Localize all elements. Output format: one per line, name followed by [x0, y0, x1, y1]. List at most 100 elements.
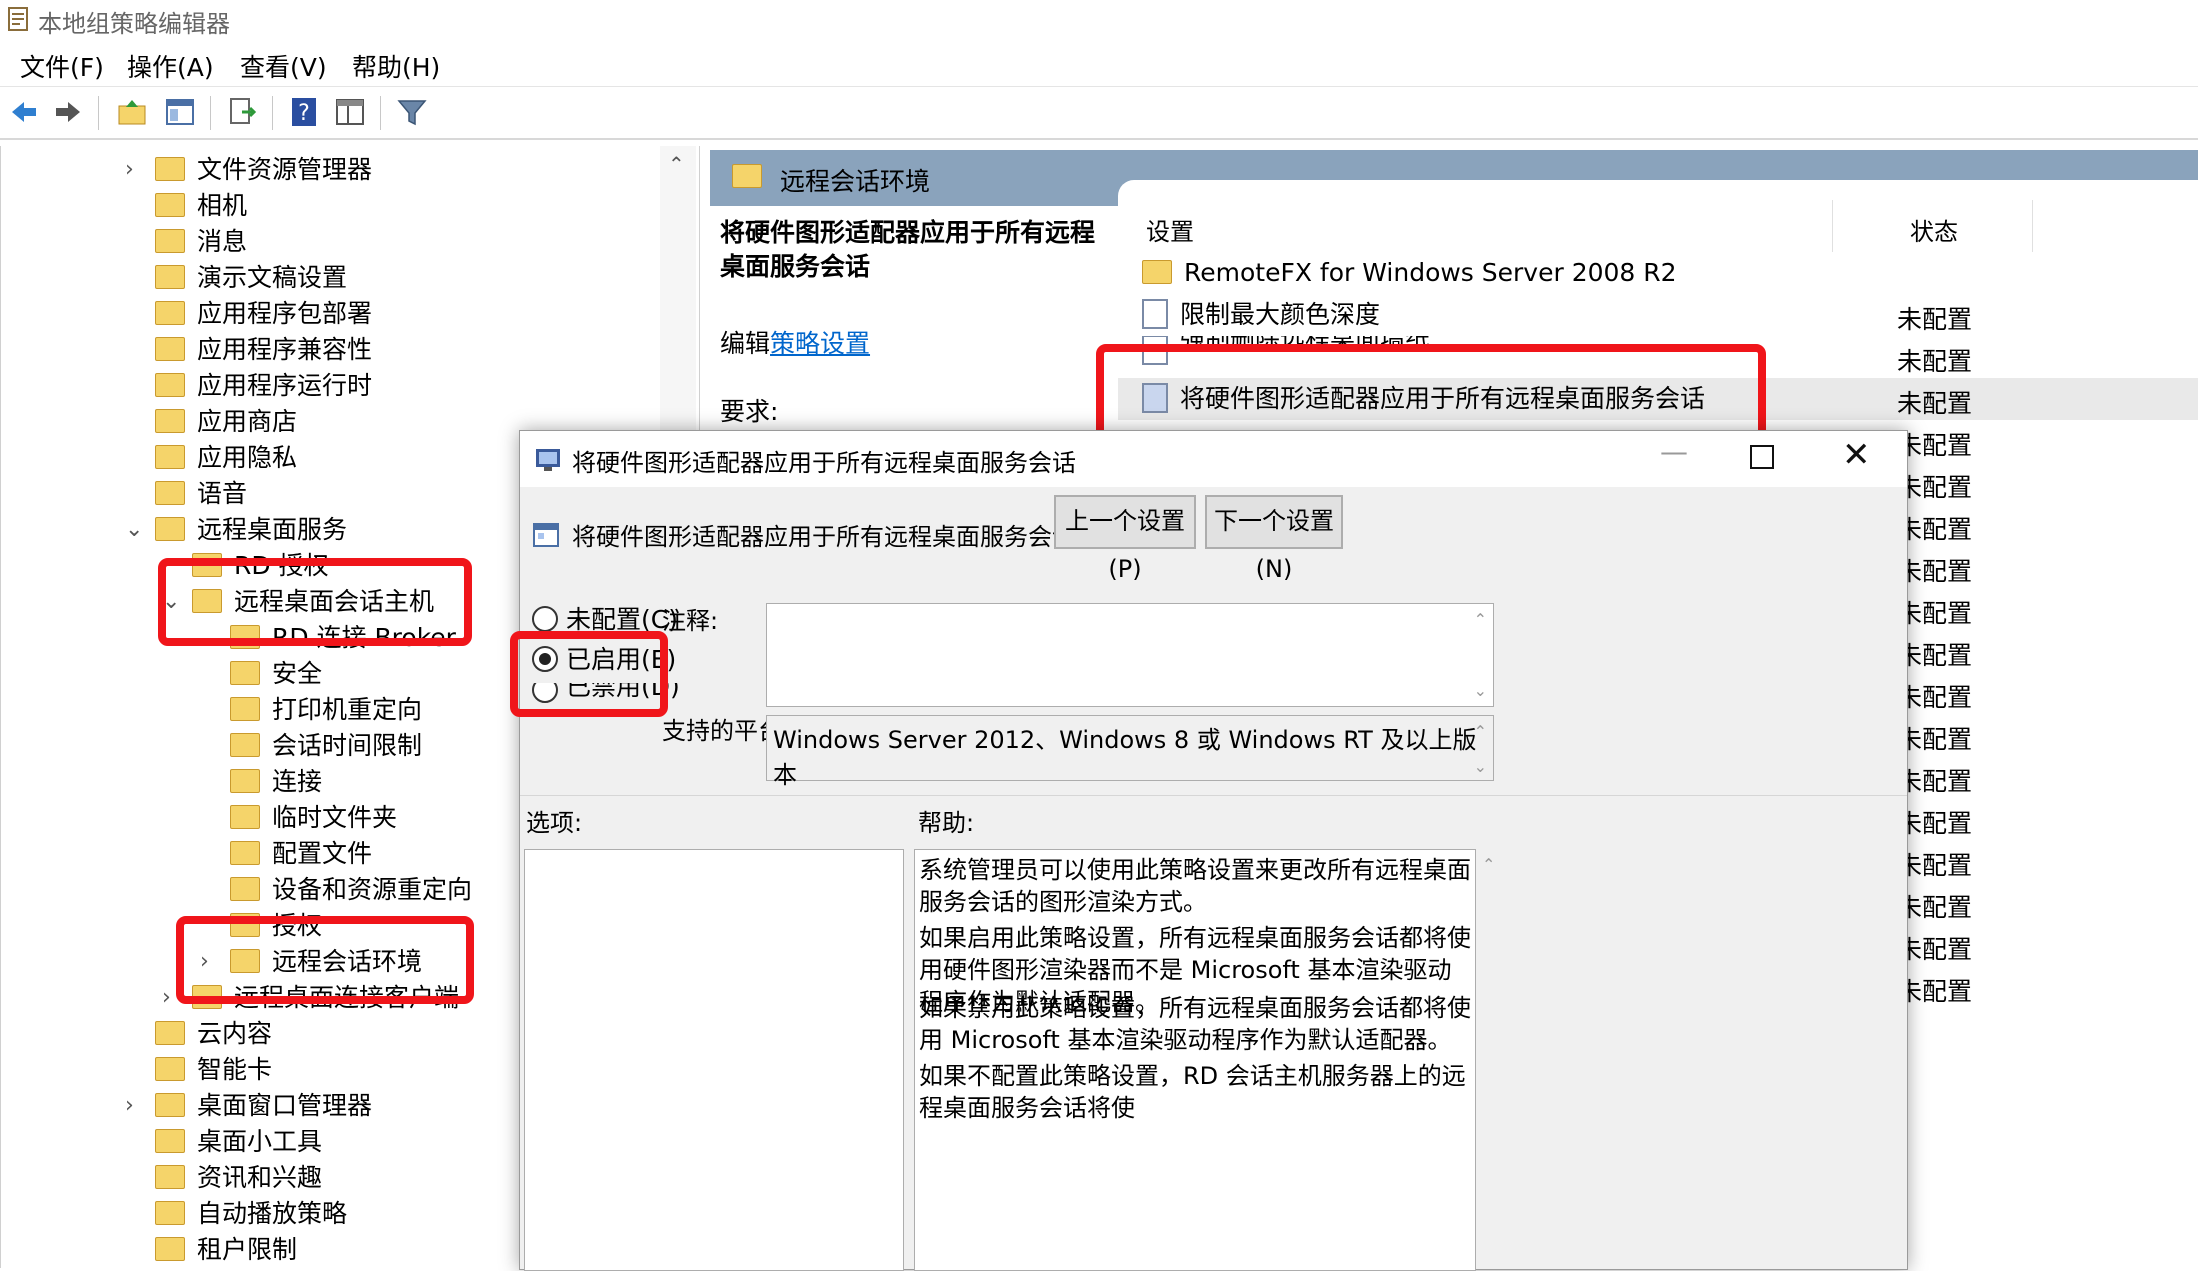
tree-item-label: 消息 — [197, 227, 248, 256]
tree-item[interactable]: 配置文件 — [230, 836, 372, 872]
back-arrow-icon[interactable] — [8, 96, 40, 128]
tree-item-label: 演示文稿设置 — [197, 263, 348, 292]
forward-arrow-icon[interactable] — [52, 96, 84, 128]
dialog-title: 将硬件图形适配器应用于所有远程桌面服务会话 — [572, 449, 1076, 477]
tree-item[interactable]: 应用程序包部署 — [155, 296, 372, 332]
tree-item[interactable]: 云内容 — [155, 1016, 272, 1052]
annotation-highlight-session-host — [158, 558, 472, 646]
scroll-up-icon[interactable]: ⌃ — [1474, 722, 1487, 741]
chevron-right-icon[interactable]: › — [125, 1088, 134, 1124]
policy-window-icon — [536, 449, 560, 471]
help-label: 帮助: — [918, 809, 975, 837]
tree-item[interactable]: 应用程序运行时 — [155, 368, 372, 404]
menu-view[interactable]: 查看(V) — [240, 48, 327, 84]
folder-icon — [732, 164, 762, 188]
column-header-setting[interactable]: 设置 — [1146, 212, 1194, 247]
tree-item[interactable]: 应用程序兼容性 — [155, 332, 372, 368]
policy-setting-icon — [1142, 299, 1168, 329]
minimize-icon[interactable]: — — [1660, 435, 1688, 468]
tree-item-label: 自动播放策略 — [197, 1199, 348, 1228]
tree-item-label: 智能卡 — [197, 1055, 273, 1084]
scroll-up-icon[interactable]: ⌃ — [1474, 610, 1487, 629]
policy-description-title: 将硬件图形适配器应用于所有远程桌面服务会话 — [720, 218, 1096, 281]
tree-item[interactable]: 相机 — [155, 188, 247, 224]
help-icon[interactable]: ? — [288, 96, 320, 128]
policy-editor-icon — [8, 7, 28, 31]
tree-item-label: 安全 — [272, 659, 323, 688]
tree-item[interactable]: 语音 — [155, 476, 247, 512]
status-cell: 未配置 — [1897, 599, 1973, 628]
status-cell: 未配置 — [1897, 977, 1973, 1006]
tree-item-label: 相机 — [197, 191, 248, 220]
view-icon[interactable] — [334, 96, 366, 128]
menu-bar: 文件(F) 操作(A) 查看(V) 帮助(H) — [0, 42, 2198, 87]
chevron-down-icon[interactable]: ⌄ — [125, 512, 143, 548]
next-setting-button[interactable]: 下一个设置(N) — [1205, 495, 1343, 583]
tree-item-label: 应用程序包部署 — [197, 299, 373, 328]
folder-icon — [155, 373, 185, 397]
tree-item[interactable]: 资讯和兴趣 — [155, 1160, 322, 1196]
comment-textarea[interactable]: ⌃ ⌄ — [766, 603, 1494, 707]
tree-item[interactable]: ⌄ 远程桌面服务 — [125, 512, 347, 548]
platform-box: Windows Server 2012、Windows 8 或 Windows … — [766, 715, 1494, 789]
tree-item-label: 设备和资源重定向 — [272, 875, 473, 904]
export-list-icon[interactable] — [226, 96, 258, 128]
chevron-right-icon[interactable]: › — [162, 980, 171, 1016]
up-folder-icon[interactable] — [116, 96, 148, 128]
scroll-down-icon[interactable]: ⌄ — [1474, 757, 1487, 776]
status-cell: 未配置 — [1897, 641, 1973, 670]
status-cell: 未配置 — [1897, 473, 1973, 502]
tree-item[interactable]: › 桌面窗口管理器 — [125, 1088, 372, 1124]
policy-settings-link[interactable]: 策略设置 — [770, 329, 870, 358]
tree-item[interactable]: 打印机重定向 — [230, 692, 422, 728]
help-panel: 系统管理员可以使用此策略设置来更改所有远程桌面服务会话的图形渲染方式。 如果启用… — [914, 849, 1476, 1271]
tree-item[interactable]: 临时文件夹 — [230, 800, 397, 836]
menu-help[interactable]: 帮助(H) — [352, 48, 440, 84]
tree-item[interactable]: 应用隐私 — [155, 440, 297, 476]
tree-item[interactable]: 安全 — [230, 656, 322, 692]
tree-item[interactable]: 应用商店 — [155, 404, 297, 440]
dialog-title-bar: 将硬件图形适配器应用于所有远程桌面服务会话 — ✕ — [520, 431, 1907, 487]
folder-icon — [155, 229, 185, 253]
window-title: 本地组策略编辑器 — [38, 10, 230, 38]
tree-item[interactable]: 租户限制 — [155, 1232, 297, 1268]
scroll-down-icon[interactable]: ⌄ — [1474, 681, 1487, 700]
previous-setting-button[interactable]: 上一个设置(P) — [1054, 495, 1196, 583]
folder-icon — [230, 877, 260, 901]
tree-item[interactable]: 智能卡 — [155, 1052, 272, 1088]
setting-icon — [533, 523, 559, 547]
tree-item[interactable]: 设备和资源重定向 — [230, 872, 472, 908]
help-paragraph: 如果禁用此策略设置，所有远程桌面服务会话都将使用 Microsoft 基本渲染驱… — [919, 994, 1471, 1054]
menu-action[interactable]: 操作(A) — [127, 48, 214, 84]
folder-icon — [155, 1057, 185, 1081]
tree-item[interactable]: 消息 — [155, 224, 247, 260]
menu-file[interactable]: 文件(F) — [20, 48, 104, 84]
status-cell: 未配置 — [1897, 557, 1973, 586]
tree-item-label: 应用隐私 — [197, 443, 298, 472]
tree-item-label: 临时文件夹 — [272, 803, 398, 832]
chevron-right-icon[interactable]: › — [125, 152, 134, 188]
tree-item[interactable]: 演示文稿设置 — [155, 260, 347, 296]
annotation-highlight-row — [1096, 344, 1766, 440]
folder-icon — [155, 337, 185, 361]
tree-item[interactable]: 会话时间限制 — [230, 728, 422, 764]
filter-icon[interactable] — [396, 96, 428, 128]
status-cell: 未配置 — [1897, 935, 1973, 964]
folder-icon — [155, 1129, 185, 1153]
show-hide-tree-icon[interactable] — [164, 96, 196, 128]
scroll-up-icon[interactable]: ⌃ — [1482, 855, 1495, 874]
tree-item[interactable]: 桌面小工具 — [155, 1124, 322, 1160]
tree-item[interactable]: › 文件资源管理器 — [125, 152, 372, 188]
tree-item-label: 打印机重定向 — [272, 695, 423, 724]
policy-dialog: 将硬件图形适配器应用于所有远程桌面服务会话 — ✕ 将硬件图形适配器应用于所有远… — [510, 430, 1908, 1271]
column-header-status[interactable]: 状态 — [1910, 212, 1958, 247]
scroll-up-icon[interactable]: ⌃ — [668, 152, 685, 176]
maximize-icon[interactable] — [1750, 445, 1774, 469]
tree-item[interactable]: 连接 — [230, 764, 322, 800]
edit-prefix: 编辑 — [720, 329, 771, 358]
tree-item-label: 语音 — [197, 479, 248, 508]
list-row-remotefx[interactable]: RemoteFX for Windows Server 2008 R2 — [1142, 252, 1677, 294]
close-icon[interactable]: ✕ — [1842, 435, 1871, 475]
tree-item[interactable]: 自动播放策略 — [155, 1196, 347, 1232]
list-row-color-depth[interactable]: 限制最大颜色深度 — [1142, 294, 1380, 336]
